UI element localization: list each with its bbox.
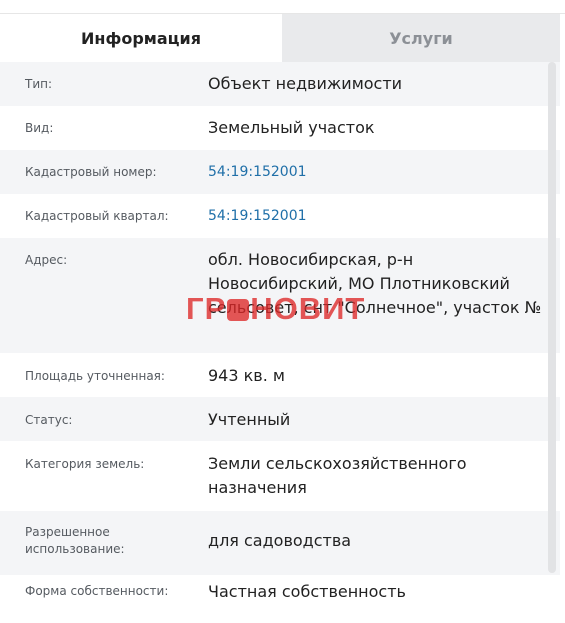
row-label: Статус: [25, 413, 73, 427]
row-label: Разрешенное использование: [25, 525, 125, 556]
row-land-category: Категория земель: Земли сельскохозяйстве… [0, 441, 560, 511]
row-address: Адрес: обл. Новосибирская, р-н Новосибир… [0, 238, 560, 353]
row-value: 943 кв. м [208, 366, 285, 385]
row-label: Форма собственности: [25, 584, 169, 598]
tab-information[interactable]: Информация [0, 14, 282, 62]
row-ownership: Форма собственности: Частная собственнос… [0, 575, 560, 623]
property-info-list: Тип: Объект недвижимости Вид: Земельный … [0, 62, 560, 623]
row-label: Кадастровый номер: [25, 165, 157, 179]
row-cadastral-number: Кадастровый номер: 54:19:152001 [0, 150, 560, 194]
row-status: Статус: Учтенный [0, 397, 560, 441]
row-label: Адрес: [25, 253, 68, 267]
row-value: для садоводства [208, 531, 352, 550]
row-type: Тип: Объект недвижимости [0, 62, 560, 106]
row-permitted-use: Разрешенное использование: для садоводст… [0, 511, 560, 575]
row-value: Частная собственность [208, 582, 406, 601]
top-strip [0, 0, 565, 14]
scrollbar[interactable] [548, 62, 556, 573]
row-cadastral-quarter: Кадастровый квартал: 54:19:152001 [0, 194, 560, 238]
row-label: Категория земель: [25, 457, 145, 471]
row-label: Вид: [25, 121, 54, 135]
row-value: Учтенный [208, 410, 291, 429]
cadastral-number-link[interactable]: 54:19:152001 [208, 160, 548, 184]
row-label: Кадастровый квартал: [25, 209, 169, 223]
row-value: Объект недвижимости [208, 74, 403, 93]
row-label: Площадь уточненная: [25, 369, 165, 383]
row-kind: Вид: Земельный участок [0, 106, 560, 150]
cadastral-quarter-link[interactable]: 54:19:152001 [208, 204, 548, 228]
row-value: обл. Новосибирская, р-н Новосибирский, М… [208, 250, 542, 317]
row-label: Тип: [25, 77, 53, 91]
tab-services[interactable]: Услуги [282, 14, 560, 62]
row-value: Земельный участок [208, 118, 375, 137]
row-value: Земли сельскохозяйственного назначения [208, 454, 467, 497]
tab-bar: Информация Услуги [0, 14, 565, 62]
row-area: Площадь уточненная: 943 кв. м [0, 353, 560, 397]
